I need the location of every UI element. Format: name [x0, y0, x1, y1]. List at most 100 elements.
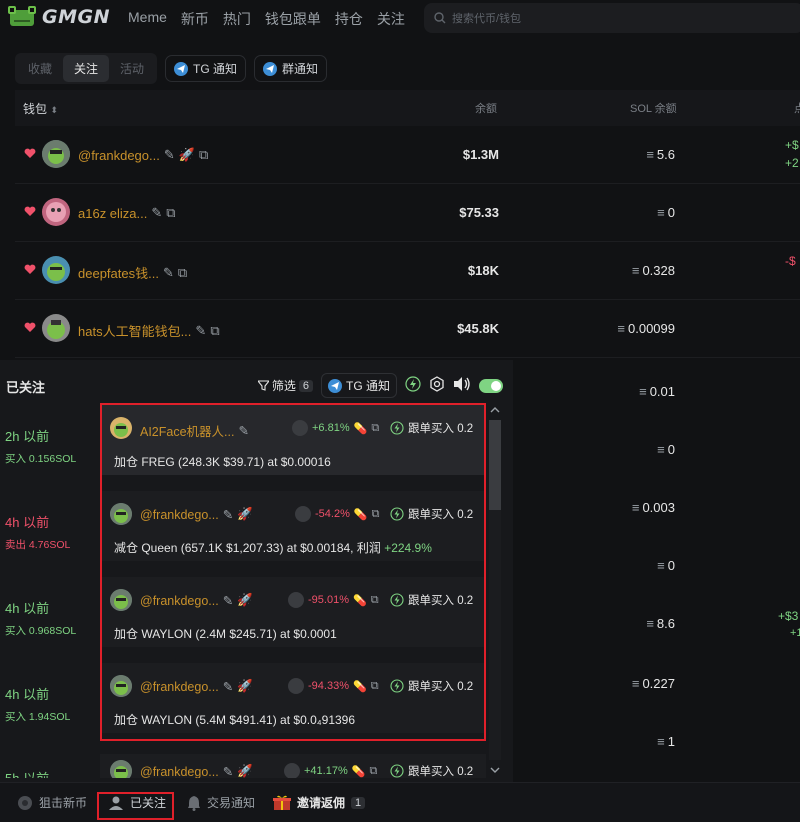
tab-activity[interactable]: 活动	[109, 55, 155, 82]
pill-icon: 💊	[353, 508, 368, 521]
sol-balance: ≡ 0.003	[631, 500, 675, 515]
search-input[interactable]: 搜索代币/钱包	[424, 3, 800, 33]
pnl-value: +$3	[778, 609, 799, 623]
snipe-new-coins-button[interactable]: 狙击新币	[17, 794, 87, 811]
copy-buy-button[interactable]: 跟单买入 0.2	[390, 506, 473, 522]
pnl-stat: -54.2% 💊 ⧉	[295, 506, 379, 522]
pnl-percent: +1	[790, 627, 800, 639]
table-row[interactable]: a16z eliza... ✎ ⧉ $75.33 ≡ 0	[15, 184, 800, 242]
feed-time-item: 5h 以前	[5, 768, 49, 778]
activity-text: 减仓 Queen (657.1K $1,207.33) at $0.00184,…	[114, 541, 432, 555]
edit-icon: ✎	[222, 680, 234, 694]
feed-action: 买入 0.156SOL	[5, 453, 77, 465]
lightning-icon	[390, 421, 404, 435]
settings-icon[interactable]	[429, 376, 445, 395]
activity-card[interactable]: AI2Face机器人... ✎ +6.81% 💊 ⧉ 跟单买入 0.2 加仓 FREG…	[102, 405, 484, 483]
edit-icon: ✎	[222, 508, 234, 522]
tab-following[interactable]: 关注	[63, 55, 110, 82]
feed-time: 4h 以前	[5, 687, 50, 702]
activity-text: 加仓 FREG (248.3K $39.71) at $0.00016	[114, 455, 331, 469]
feed-scrollbar[interactable]	[487, 402, 503, 778]
table-row[interactable]: @frankdego... ✎ 🚀 ⧉ $1.3M ≡ 5.6 +$ +2	[15, 126, 800, 184]
nav-follow[interactable]: 关注	[377, 9, 405, 29]
col-sol-balance[interactable]: SOL 余额	[630, 100, 677, 116]
pill-icon: 💊	[353, 422, 368, 435]
tg-notify-label: TG 通知	[193, 62, 238, 76]
wallet-name[interactable]: @frankdego... ✎ 🚀	[140, 507, 253, 522]
activity-card[interactable]: @frankdego... ✎ 🚀 -94.33% 💊 ⧉ 跟单买入 0.2 加仓 WA…	[102, 663, 484, 739]
copy-buy-button[interactable]: 跟单买入 0.2	[390, 592, 473, 608]
tab-favorites[interactable]: 收藏	[17, 55, 63, 82]
copy-icon: ⧉	[369, 764, 378, 777]
copy-buy-button[interactable]: 跟单买入 0.2	[390, 763, 473, 778]
tg-notify-button[interactable]: TG 通知	[321, 373, 397, 398]
heart-icon[interactable]	[24, 264, 36, 278]
group-notify-button[interactable]: 群通知	[254, 55, 328, 82]
nav-new-coins[interactable]: 新币	[181, 9, 209, 29]
heart-icon[interactable]	[24, 322, 36, 336]
pnl-stat: +41.17% 💊 ⧉	[284, 763, 377, 778]
wallet-table: 钱包 ⬍ 余额 SOL 余额 点 @frankdego... ✎ 🚀 ⧉ $1.3M …	[15, 90, 800, 358]
col-more: 点	[794, 103, 800, 115]
lightning-icon	[390, 679, 404, 693]
tg-notify-button[interactable]: TG 通知	[165, 55, 247, 82]
invite-rebate-button[interactable]: 邀请返佣 1	[273, 794, 366, 811]
wallet-name[interactable]: @frankdego... ✎ 🚀	[140, 764, 253, 778]
nav-meme[interactable]: Meme	[128, 9, 167, 29]
table-row[interactable]: deepfates钱... ✎ ⧉ $18K ≡ 0.328 -$	[15, 242, 800, 300]
nav-hot[interactable]: 热门	[223, 9, 251, 29]
wallet-name[interactable]: @frankdego... ✎ 🚀 ⧉	[78, 147, 208, 163]
bell-icon	[188, 795, 200, 811]
balance-value: $18K	[467, 263, 499, 278]
wallet-name[interactable]: AI2Face机器人... ✎	[140, 421, 249, 440]
logo[interactable]: GMGN	[6, 4, 110, 30]
notify-toggle[interactable]	[479, 378, 503, 393]
filter-button[interactable]: 筛选 6	[257, 377, 313, 394]
scrollbar-thumb[interactable]	[489, 420, 501, 510]
avatar	[110, 589, 132, 611]
edit-icon: ✎	[163, 147, 175, 162]
wallet-name[interactable]: a16z eliza... ✎ ⧉	[78, 205, 176, 221]
token-icon	[295, 506, 311, 522]
copy-icon: ⧉	[370, 679, 379, 692]
pnl-value: -$	[785, 254, 796, 268]
edit-icon: ✎	[162, 264, 174, 280]
activity-card[interactable]: @frankdego... ✎ 🚀 -54.2% 💊 ⧉ 跟单买入 0.2 减仓 Que…	[102, 491, 484, 569]
gift-icon	[273, 795, 291, 810]
col-balance[interactable]: 余额	[475, 100, 497, 116]
wallet-name[interactable]: hats人工智能钱包... ✎ ⧉	[78, 321, 220, 340]
sol-balance: ≡ 0.00099	[617, 321, 675, 336]
activity-card[interactable]: @frankdego... ✎ 🚀 +41.17% 💊 ⧉ 跟单买入 0.2	[100, 754, 486, 778]
nav-copy-trade[interactable]: 钱包跟单	[265, 9, 321, 29]
copy-icon: ⧉	[210, 322, 220, 338]
telegram-icon	[328, 378, 342, 393]
activity-card[interactable]: @frankdego... ✎ 🚀 -95.01% 💊 ⧉ 跟单买入 0.2 加仓 WA…	[102, 577, 484, 655]
avatar	[42, 198, 70, 226]
pnl-value: +$	[785, 138, 799, 152]
sound-icon[interactable]	[453, 376, 471, 395]
avatar	[42, 140, 70, 168]
feed-time-item: 2h 以前 买入 0.156SOL	[5, 426, 76, 466]
wallet-name[interactable]: deepfates钱... ✎ ⧉	[78, 263, 187, 282]
sol-balance: ≡ 0.328	[631, 263, 675, 278]
tg-notify-label: TG 通知	[346, 379, 390, 393]
wallet-name[interactable]: @frankdego... ✎ 🚀	[140, 679, 253, 694]
group-notify-label: 群通知	[282, 62, 319, 76]
trade-notify-button[interactable]: 交易通知	[187, 794, 255, 811]
col-wallet[interactable]: 钱包 ⬍	[23, 100, 58, 117]
copy-buy-button[interactable]: 跟单买入 0.2	[390, 678, 473, 694]
nav-holdings[interactable]: 持仓	[335, 9, 363, 29]
sol-balance: ≡ 0.01	[639, 384, 675, 399]
heart-icon[interactable]	[24, 206, 36, 220]
rocket-icon: 🚀	[237, 679, 253, 693]
lightning-icon[interactable]	[405, 376, 421, 395]
rocket-icon: 🚀	[237, 507, 253, 521]
table-row[interactable]: hats人工智能钱包... ✎ ⧉ $45.8K ≡ 0.00099	[15, 300, 800, 358]
heart-icon[interactable]	[24, 148, 36, 162]
wallet-name[interactable]: @frankdego... ✎ 🚀	[140, 593, 253, 608]
balance-value: $75.33	[459, 205, 499, 220]
copy-buy-button[interactable]: 跟单买入 0.2	[390, 420, 473, 436]
copy-icon: ⧉	[198, 147, 209, 162]
top-bar: GMGN Meme 新币 热门 钱包跟单 持仓 关注 搜索代币/钱包	[0, 0, 800, 42]
telegram-icon	[174, 61, 189, 76]
